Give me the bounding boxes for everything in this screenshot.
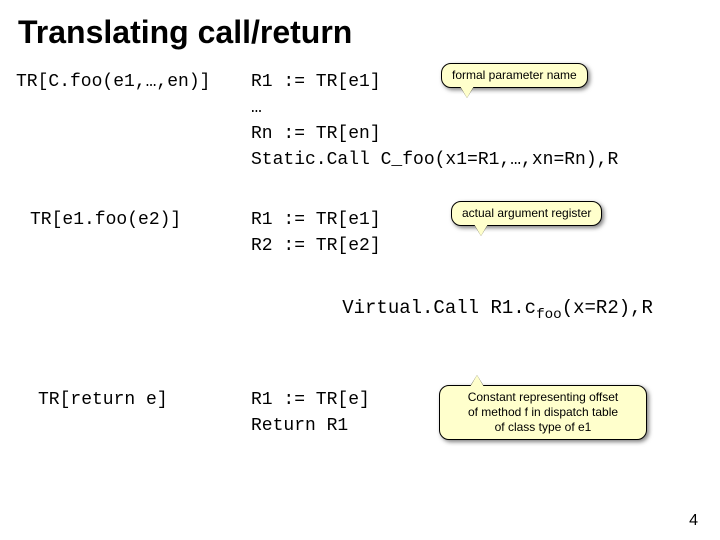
callout-actual-arg: actual argument register [451, 201, 602, 226]
callout-dispatch-l3: of class type of e1 [450, 420, 636, 435]
rule3-lhs: TR[return e] [16, 387, 251, 413]
rule1-line4: Static.Call C_foo(x1=R1,…,xn=Rn),R [251, 147, 704, 173]
rule1-line2: … [251, 95, 704, 121]
rule1-lhs: TR[C.foo(e1,…,en)] [16, 69, 251, 95]
rule2-line3: Virtual.Call R1.cfoo(x=R2),R [251, 268, 704, 354]
rule1-line3: Rn := TR[en] [251, 121, 704, 147]
rule-return: TR[return e] R1 := TR[e] Return R1 Const… [16, 387, 704, 439]
rule-virtual-call: TR[e1.foo(e2)] R1 := TR[e1] R2 := TR[e2]… [16, 207, 704, 353]
callout-formal-param: formal parameter name [441, 63, 588, 88]
slide-body: TR[C.foo(e1,…,en)] R1 := TR[e1] … Rn := … [0, 61, 720, 481]
rule2-line3-sub: foo [536, 307, 562, 323]
callout-actual-arg-text: actual argument register [462, 206, 591, 220]
rule2-rhs: R1 := TR[e1] R2 := TR[e2] Virtual.Call R… [251, 207, 704, 353]
rule2-line3-pre: Virtual.Call R1.c [342, 297, 536, 319]
rule2-line3-post: (x=R2),R [562, 297, 653, 319]
rule1-rhs: R1 := TR[e1] … Rn := TR[en] Static.Call … [251, 69, 704, 173]
page-number: 4 [689, 512, 698, 530]
callout-dispatch-l2: of method f in dispatch table [450, 405, 636, 420]
rule-static-call: TR[C.foo(e1,…,en)] R1 := TR[e1] … Rn := … [16, 69, 704, 173]
slide-title: Translating call/return [0, 0, 720, 61]
rule2-lhs: TR[e1.foo(e2)] [16, 207, 251, 233]
callout-formal-param-text: formal parameter name [452, 68, 577, 82]
rule3-rhs: R1 := TR[e] Return R1 Constant represent… [251, 387, 704, 439]
callout-dispatch-l1: Constant representing offset [450, 390, 636, 405]
callout-dispatch-offset: Constant representing offset of method f… [439, 385, 647, 440]
rule2-line2: R2 := TR[e2] [251, 233, 704, 259]
